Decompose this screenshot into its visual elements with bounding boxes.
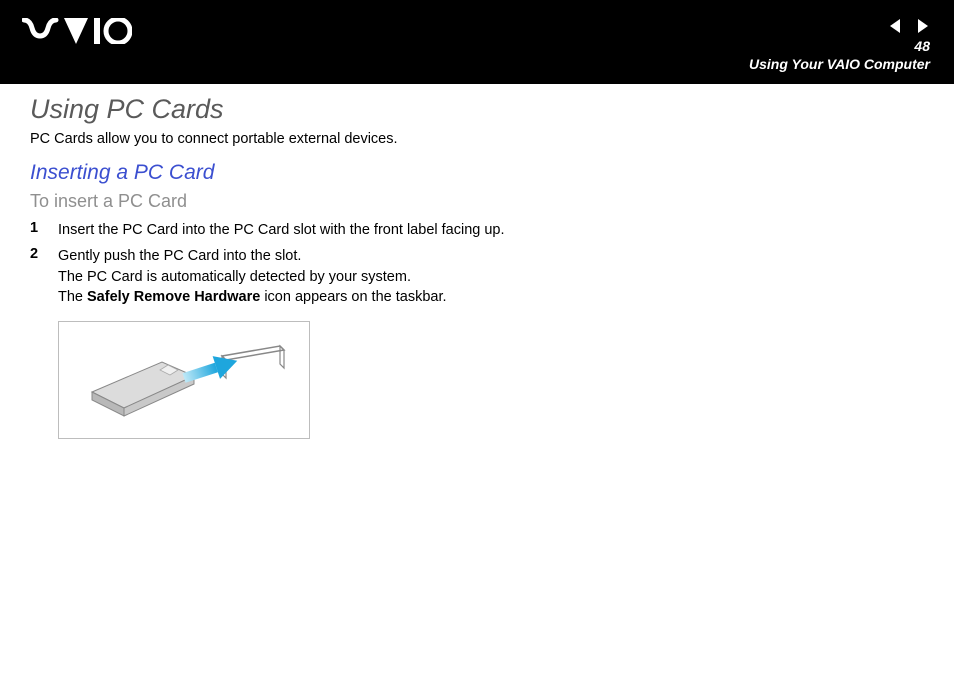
step-line: The [58, 289, 87, 305]
page-title: Using PC Cards [30, 94, 924, 125]
step-row: 1 Insert the PC Card into the PC Card sl… [30, 220, 924, 240]
figure-pc-card-insert [58, 321, 310, 439]
subsection-title: Inserting a PC Card [30, 161, 924, 185]
step-number: 2 [30, 246, 58, 307]
vaio-logo [22, 18, 132, 49]
nav-prev-icon[interactable] [888, 18, 904, 39]
pc-card-illustration [74, 330, 294, 430]
step-text: Insert the PC Card into the PC Card slot… [58, 220, 505, 240]
step-number: 1 [30, 220, 58, 240]
step-line: Gently push the PC Card into the slot. [58, 248, 301, 264]
procedure-title: To insert a PC Card [30, 191, 924, 212]
step-line: The PC Card is automatically detected by… [58, 269, 411, 285]
page-number: 48 [914, 38, 930, 54]
step-line: icon appears on the taskbar. [260, 289, 446, 305]
step-text: Gently push the PC Card into the slot. T… [58, 246, 447, 307]
nav-next-icon[interactable] [914, 18, 930, 39]
page-content: Using PC Cards PC Cards allow you to con… [0, 84, 954, 439]
step-row: 2 Gently push the PC Card into the slot.… [30, 246, 924, 307]
header-bar: 48 Using Your VAIO Computer [0, 0, 954, 84]
nav-arrows [888, 18, 930, 39]
step-bold: Safely Remove Hardware [87, 289, 260, 305]
header-section-title: Using Your VAIO Computer [749, 56, 930, 72]
intro-text: PC Cards allow you to connect portable e… [30, 131, 924, 147]
